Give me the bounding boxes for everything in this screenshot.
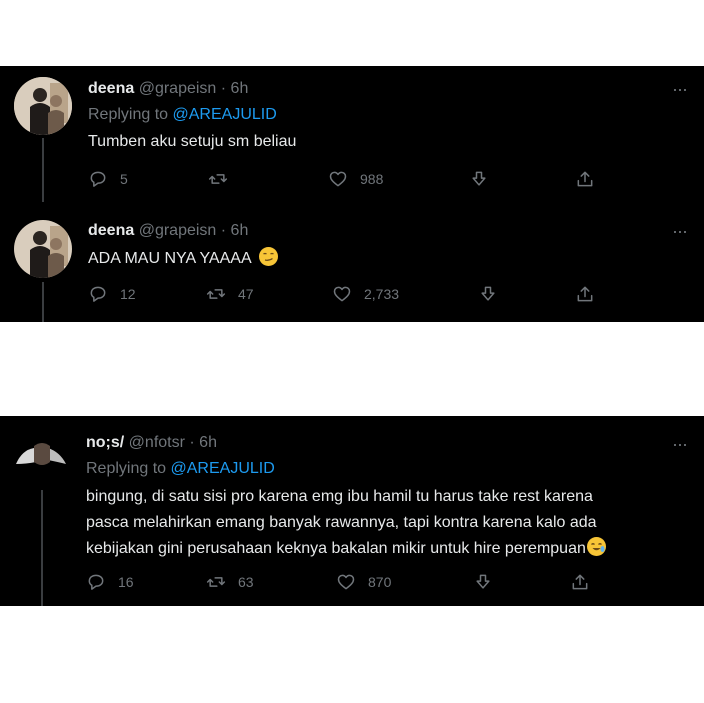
retweet-count: 63	[238, 574, 254, 590]
like-count: 988	[360, 171, 384, 187]
download-button[interactable]	[473, 572, 493, 592]
reply-icon	[90, 286, 106, 302]
avatar[interactable]	[12, 430, 70, 488]
display-name[interactable]: no;s/	[86, 434, 124, 451]
thread-line	[42, 282, 44, 322]
download-button[interactable]	[478, 284, 498, 304]
tweet-text: Tumben aku setuju sm beliau	[88, 133, 297, 150]
like-button[interactable]: 988	[328, 169, 383, 189]
like-button[interactable]: 870	[336, 572, 391, 592]
tweet-text-line-last: kebijakan gini perusahaan keknya bakalan…	[86, 536, 686, 562]
heart-icon	[333, 286, 351, 302]
avatar[interactable]	[14, 77, 72, 135]
like-button[interactable]: 2,733	[332, 284, 399, 304]
mention-link[interactable]: @AREAJULID	[173, 106, 277, 123]
tweet-text-line: pasca melahirkan emang banyak rawannya, …	[86, 514, 597, 531]
tweet-panel: no;s/ @nfotsr · 6h ··· Replying to @AREA…	[0, 416, 704, 606]
handle[interactable]: @grapeisn	[139, 222, 217, 239]
retweet-count: 47	[238, 286, 254, 302]
share-button[interactable]	[570, 572, 590, 592]
more-options-icon[interactable]: ···	[672, 221, 688, 242]
download-icon	[472, 171, 486, 186]
avatar[interactable]	[14, 220, 72, 278]
download-icon	[481, 286, 495, 301]
retweet-icon	[206, 289, 226, 299]
heart-icon	[329, 171, 347, 187]
tweet-text: bingung, di satu sisi pro karena emg ibu…	[86, 484, 686, 562]
tweet-header: no;s/ @nfotsr · 6h	[86, 434, 217, 452]
handle[interactable]: @grapeisn	[139, 80, 217, 97]
tweet-actions: 5 988	[88, 169, 608, 193]
tweet[interactable]: no;s/ @nfotsr · 6h ··· Replying to @AREA…	[0, 416, 704, 606]
more-options-icon[interactable]: ···	[672, 79, 688, 100]
retweet-icon	[206, 577, 226, 587]
handle[interactable]: @nfotsr	[129, 434, 185, 451]
tweet-actions-row: 12 47 2,733	[88, 284, 608, 308]
replying-to-label: Replying to	[88, 106, 169, 123]
replying-to-label: Replying to	[86, 460, 167, 477]
reply-button[interactable]: 5	[88, 169, 128, 189]
share-icon	[577, 171, 593, 187]
reply-icon	[90, 171, 106, 187]
share-button[interactable]	[575, 284, 595, 304]
thread-line	[42, 138, 44, 202]
mention-link[interactable]: @AREAJULID	[171, 460, 275, 477]
share-icon	[572, 574, 588, 590]
tweet-text: ADA MAU NYA YAAAA	[88, 250, 251, 267]
timestamp[interactable]: · 6h	[221, 80, 249, 97]
timestamp[interactable]: · 6h	[221, 222, 249, 239]
like-count: 2,733	[364, 286, 400, 302]
replying-to: Replying to @AREAJULID	[86, 460, 275, 478]
tweet[interactable]: deena @grapeisn · 6h ··· ADA MAU NYA YAA…	[0, 202, 704, 322]
heart-icon	[337, 574, 355, 590]
tweet-text-line: bingung, di satu sisi pro karena emg ibu…	[86, 488, 593, 505]
download-icon	[476, 574, 490, 589]
tweet-header: deena @grapeisn · 6h	[88, 222, 248, 240]
like-count: 870	[368, 574, 392, 590]
crying-laughing-face-icon	[586, 537, 606, 556]
reply-button[interactable]: 12	[88, 284, 136, 304]
display-name[interactable]: deena	[88, 80, 134, 97]
reply-count: 12	[120, 286, 136, 302]
download-button[interactable]	[469, 169, 489, 189]
share-icon	[577, 286, 593, 302]
retweet-button[interactable]: 63	[206, 572, 254, 592]
retweet-button[interactable]	[208, 169, 240, 189]
more-options-icon[interactable]: ···	[672, 434, 688, 455]
tweet-text-line: kebijakan gini perusahaan keknya bakalan…	[86, 540, 586, 557]
reply-icon	[88, 574, 104, 590]
tweet-actions: 16 63 870	[86, 572, 606, 596]
replying-to: Replying to @AREAJULID	[88, 106, 277, 124]
display-name[interactable]: deena	[88, 222, 134, 239]
tweet-thread-panel: deena @grapeisn · 6h ··· Replying to @AR…	[0, 66, 704, 322]
tweet-text-container: ADA MAU NYA YAAAA	[88, 246, 279, 272]
retweet-button[interactable]: 47	[206, 284, 254, 304]
retweet-icon	[208, 174, 228, 184]
smirking-face-icon	[259, 247, 279, 266]
thread-line	[41, 490, 43, 606]
share-button[interactable]	[575, 169, 595, 189]
timestamp[interactable]: · 6h	[189, 434, 217, 451]
tweet[interactable]: deena @grapeisn · 6h ··· Replying to @AR…	[0, 66, 704, 202]
reply-count: 5	[120, 171, 128, 187]
reply-count: 16	[118, 574, 134, 590]
tweet-header: deena @grapeisn · 6h	[88, 80, 248, 98]
reply-button[interactable]: 16	[86, 572, 134, 592]
